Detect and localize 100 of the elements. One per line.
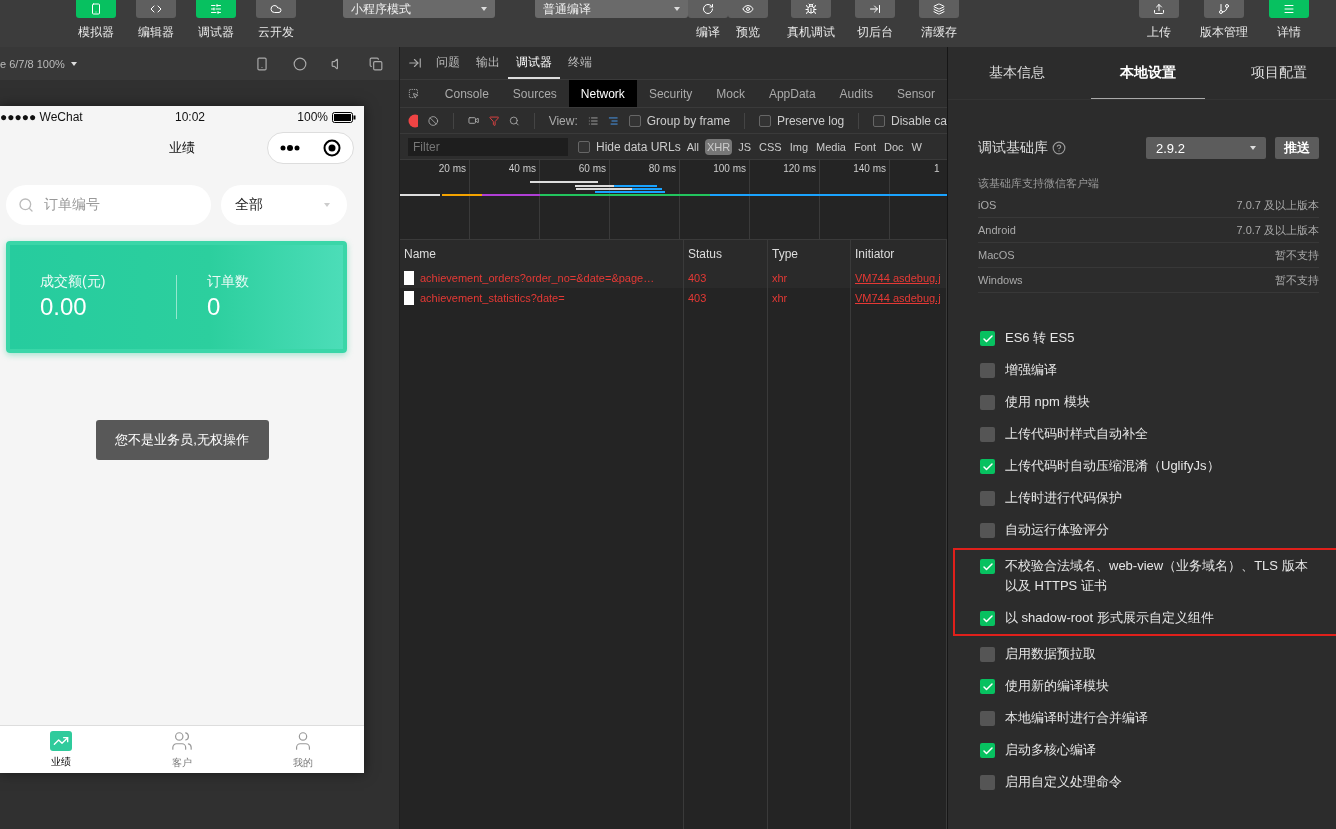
devtools-tab[interactable]: Console: [432, 80, 501, 107]
checkbox[interactable]: [980, 395, 995, 410]
setting-option[interactable]: 启用数据预拉取: [980, 638, 1317, 670]
toolbar-button[interactable]: [1269, 0, 1309, 18]
setting-option[interactable]: 增强编译: [980, 354, 1317, 386]
setting-option[interactable]: 不校验合法域名、web-view（业务域名）、TLS 版本以及 HTTPS 证书: [980, 550, 1317, 602]
arrow-right-icon: [869, 3, 881, 15]
checkbox[interactable]: [628, 114, 641, 127]
type-filter[interactable]: Media: [814, 138, 848, 155]
record-icon[interactable]: [293, 56, 307, 71]
type-filter[interactable]: Font: [851, 138, 878, 155]
chart-icon: [49, 730, 72, 751]
filter-icon[interactable]: [488, 113, 500, 128]
toolbar-button[interactable]: [791, 0, 831, 18]
toolbar-button[interactable]: [728, 0, 768, 18]
devtools-tab[interactable]: Mock: [704, 80, 757, 107]
tab-bar-item[interactable]: 我的: [242, 726, 364, 773]
settings-tab[interactable]: 基本信息: [960, 47, 1074, 99]
setting-option[interactable]: 上传代码时自动压缩混淆（UglifyJs）: [980, 450, 1317, 482]
option-label: 增强编译: [1005, 361, 1057, 379]
toolbar-button[interactable]: [1139, 0, 1179, 18]
toolbar-button[interactable]: [1204, 0, 1244, 18]
devtools-tab[interactable]: Audits: [827, 80, 885, 107]
phone-icon[interactable]: [255, 56, 269, 71]
checkbox[interactable]: [980, 743, 995, 758]
push-button[interactable]: 推送: [1275, 137, 1319, 159]
devtools-tab[interactable]: Security: [636, 80, 705, 107]
version-select[interactable]: 2.9.2: [1146, 137, 1266, 159]
type-filter[interactable]: W: [909, 138, 924, 155]
windows-icon[interactable]: [369, 56, 383, 71]
checkbox[interactable]: [980, 491, 995, 506]
checkbox[interactable]: [980, 331, 995, 346]
record-icon[interactable]: [408, 113, 419, 128]
checkbox[interactable]: [980, 459, 995, 474]
check-icon: [981, 460, 994, 473]
setting-option[interactable]: 使用新的编译模块: [980, 670, 1317, 702]
checkbox[interactable]: [980, 427, 995, 442]
devtools-tab[interactable]: Sources: [500, 80, 569, 107]
setting-option[interactable]: 使用 npm 模块: [980, 386, 1317, 418]
devtools-tab[interactable]: Network: [568, 80, 637, 107]
stat-value: 0: [207, 293, 222, 321]
setting-option[interactable]: 本地编译时进行合并编译: [980, 702, 1317, 734]
checkbox[interactable]: [873, 114, 885, 127]
type-filter[interactable]: CSS: [757, 138, 784, 155]
checkbox[interactable]: [980, 711, 995, 726]
checkbox-option[interactable]: Disable ca: [873, 113, 948, 128]
tab-bar-item[interactable]: 客户: [121, 726, 243, 773]
type-filter[interactable]: All: [684, 138, 701, 155]
toolbar-button[interactable]: [919, 0, 959, 18]
capsule-menu[interactable]: [267, 132, 354, 164]
checkbox-option[interactable]: Group by frame: [628, 113, 731, 128]
setting-option[interactable]: 启动多核心编译: [980, 734, 1317, 766]
table-cell: xhr: [768, 288, 851, 308]
toolbar-button[interactable]: [855, 0, 895, 18]
checkbox[interactable]: [578, 140, 590, 153]
device-label[interactable]: e 6/7/8 100%: [0, 57, 65, 70]
filter-field[interactable]: Filter: [408, 137, 568, 156]
devtools-tab[interactable]: AppData: [756, 80, 828, 107]
search-icon[interactable]: [509, 113, 520, 128]
initiator-link[interactable]: VM744 asdebug.j: [851, 288, 947, 308]
setting-option[interactable]: ES6 转 ES5: [980, 322, 1317, 354]
filter-select[interactable]: 全部: [221, 185, 347, 225]
checkbox[interactable]: [980, 679, 995, 694]
mode-select[interactable]: 小程序模式: [343, 0, 495, 18]
checkbox-option[interactable]: Hide data URLs: [578, 139, 681, 154]
setting-option[interactable]: 自动运行体验评分: [980, 514, 1317, 546]
panel-tab[interactable]: 问题: [428, 47, 468, 79]
checkbox[interactable]: [980, 523, 995, 538]
setting-option[interactable]: 以 shadow-root 形式展示自定义组件: [980, 602, 1317, 634]
clear-icon[interactable]: [428, 113, 439, 128]
checkbox[interactable]: [758, 114, 771, 127]
panel-tab[interactable]: 输出: [468, 47, 508, 79]
checkbox[interactable]: [980, 559, 995, 574]
tick-label: 80 ms: [648, 163, 676, 174]
battery-label: 100%: [297, 110, 328, 124]
platform-label: MacOS: [978, 249, 1015, 261]
setting-option[interactable]: 启用自定义处理命令: [980, 766, 1317, 798]
setting-option[interactable]: 上传时进行代码保护: [980, 482, 1317, 514]
type-filter[interactable]: Doc: [882, 138, 906, 155]
checkbox[interactable]: [980, 647, 995, 662]
toolbar-button[interactable]: [256, 0, 296, 18]
checkbox-option[interactable]: Preserve log: [758, 113, 845, 128]
settings-tab[interactable]: 项目配置: [1222, 47, 1336, 99]
toolbar-button[interactable]: [688, 0, 728, 18]
checkbox[interactable]: [980, 775, 995, 790]
option-label: 使用新的编译模块: [1005, 677, 1109, 695]
inspect-icon[interactable]: [408, 86, 419, 101]
checkbox[interactable]: [980, 363, 995, 378]
dock-icon[interactable]: [408, 56, 422, 70]
devtools-tab[interactable]: Sensor: [884, 80, 947, 107]
compile-select[interactable]: 普通编译: [535, 0, 688, 18]
setting-option[interactable]: 上传代码时样式自动补全: [980, 418, 1317, 450]
tab-bar-item[interactable]: 业绩: [0, 726, 122, 773]
panel-tab[interactable]: 终端: [560, 47, 600, 79]
checkbox[interactable]: [980, 611, 995, 626]
toolbar-button[interactable]: [76, 0, 116, 18]
type-filter[interactable]: JS: [736, 138, 754, 155]
toolbar-button[interactable]: [196, 0, 236, 18]
settings-tab[interactable]: 本地设置: [1091, 47, 1205, 99]
type-filter[interactable]: Img: [787, 138, 810, 155]
